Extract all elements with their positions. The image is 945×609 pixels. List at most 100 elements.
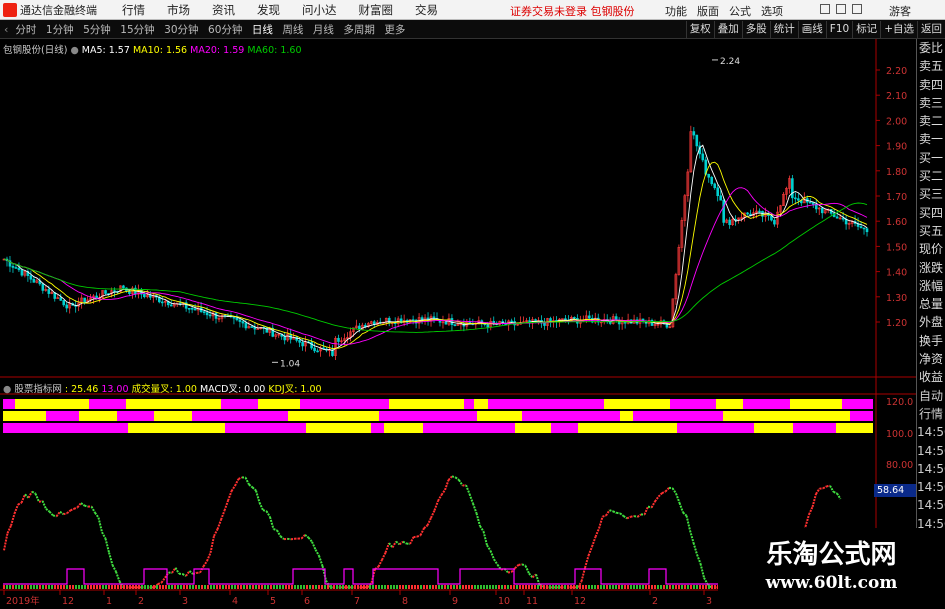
login-notice[interactable]: 证券交易未登录 包钢股份 bbox=[510, 3, 635, 19]
window-control-icon[interactable] bbox=[852, 4, 862, 14]
tab-weekly[interactable]: 周线 bbox=[279, 24, 306, 36]
oscillator-segment bbox=[216, 519, 222, 530]
signal-tick bbox=[222, 585, 224, 589]
side-panel-item[interactable]: 总量 bbox=[917, 295, 945, 313]
side-panel-item[interactable]: 外盘 bbox=[917, 313, 945, 331]
signal-tick bbox=[219, 585, 221, 589]
side-panel-item[interactable]: 自动 bbox=[917, 387, 945, 405]
menu-item-options[interactable]: 选项 bbox=[756, 3, 788, 19]
signal-tick bbox=[132, 585, 134, 589]
side-panel-item[interactable]: 买三 bbox=[917, 185, 945, 203]
signal-tick bbox=[510, 585, 512, 589]
menu-item-ask[interactable]: 问小达 bbox=[291, 2, 348, 18]
side-panel-item[interactable]: 收益 bbox=[917, 368, 945, 386]
signal-tick bbox=[282, 585, 284, 589]
indicator-settings-icon[interactable]: ● bbox=[3, 384, 11, 395]
mark-button[interactable]: 标记 bbox=[852, 21, 880, 38]
side-panel-item[interactable]: 买二 bbox=[917, 167, 945, 185]
signal-tick bbox=[3, 585, 5, 589]
candle-body bbox=[716, 187, 720, 197]
tab-multi-period[interactable]: 多周期 bbox=[340, 24, 378, 36]
side-panel-item[interactable]: 净资 bbox=[917, 350, 945, 368]
side-panel-item[interactable]: 卖五 bbox=[917, 57, 945, 75]
side-panel-item[interactable]: 14:50 bbox=[917, 496, 945, 514]
oscillator-segment bbox=[307, 536, 313, 543]
oscillator-segment bbox=[454, 476, 460, 481]
side-panel-item[interactable]: 涨幅 bbox=[917, 277, 945, 295]
side-panel-item[interactable]: 买一 bbox=[917, 149, 945, 167]
tab-60min[interactable]: 60分钟 bbox=[205, 24, 245, 36]
side-panel-item[interactable]: 委比 bbox=[917, 39, 945, 57]
side-panel-item[interactable]: 卖三 bbox=[917, 94, 945, 112]
signal-tick bbox=[303, 585, 305, 589]
side-panel-item[interactable]: 卖二 bbox=[917, 112, 945, 130]
tab-30min[interactable]: 30分钟 bbox=[161, 24, 201, 36]
tab-5min[interactable]: 5分钟 bbox=[80, 24, 114, 36]
oscillator-segment bbox=[209, 535, 215, 554]
side-panel-item[interactable]: 现价 bbox=[917, 240, 945, 258]
signal-tick bbox=[246, 585, 248, 589]
side-panel-item[interactable]: 卖一 bbox=[917, 130, 945, 148]
return-button[interactable]: 返回 bbox=[917, 21, 945, 38]
signal-band bbox=[522, 411, 553, 421]
side-panel-item[interactable]: 换手 bbox=[917, 332, 945, 350]
back-arrow-icon[interactable]: ‹ bbox=[0, 23, 12, 36]
menu-item-wealth[interactable]: 财富圈 bbox=[348, 2, 405, 18]
oscillator-segment bbox=[650, 500, 656, 509]
menu-item-news[interactable]: 资讯 bbox=[201, 2, 246, 18]
tab-15min[interactable]: 15分钟 bbox=[117, 24, 157, 36]
tab-daily[interactable]: 日线 bbox=[249, 24, 276, 36]
add-favorite-button[interactable]: +自选 bbox=[880, 21, 917, 38]
signal-tick bbox=[549, 585, 551, 589]
menu-item-market[interactable]: 市场 bbox=[156, 2, 201, 18]
side-panel-item[interactable]: 行情 bbox=[917, 405, 945, 423]
menu-item-formula[interactable]: 公式 bbox=[724, 3, 756, 19]
tab-1min[interactable]: 1分钟 bbox=[43, 24, 77, 36]
side-panel-item[interactable]: 14:50 bbox=[917, 423, 945, 441]
overlay-button[interactable]: 叠加 bbox=[713, 21, 742, 38]
candle-body bbox=[695, 134, 699, 147]
tab-timeshare[interactable]: 分时 bbox=[12, 24, 39, 36]
tab-more[interactable]: 更多 bbox=[381, 24, 408, 36]
side-panel-item[interactable]: 买五 bbox=[917, 222, 945, 240]
menu-item-layout[interactable]: 版面 bbox=[692, 3, 724, 19]
signal-tick bbox=[327, 585, 329, 589]
signal-band bbox=[767, 411, 783, 421]
multi-stock-button[interactable]: 多股 bbox=[741, 21, 770, 38]
menu-item-quotes[interactable]: 行情 bbox=[111, 2, 156, 18]
tab-monthly[interactable]: 月线 bbox=[310, 24, 337, 36]
signal-tick bbox=[267, 585, 269, 589]
side-panel-item[interactable]: 14:50 bbox=[917, 460, 945, 478]
menu-item-trade[interactable]: 交易 bbox=[404, 2, 449, 18]
signal-tick bbox=[264, 585, 266, 589]
signal-tick bbox=[453, 585, 455, 589]
window-control-icon[interactable] bbox=[820, 4, 830, 14]
side-panel-item[interactable]: 14:50 bbox=[917, 442, 945, 460]
window-control-icon[interactable] bbox=[836, 4, 846, 14]
signal-band bbox=[344, 423, 371, 433]
signal-band bbox=[225, 423, 236, 433]
oscillator-segment bbox=[255, 490, 261, 503]
indicator-name[interactable]: 股票指标网 bbox=[14, 384, 62, 395]
oscillator-segment bbox=[829, 485, 835, 493]
signal-tick bbox=[357, 585, 359, 589]
kline-chart[interactable]: 2.20 2.10 2.00 1.90 1.80 1.70 1.60 1.50 1.40 1.30… bbox=[0, 39, 916, 609]
signal-tick bbox=[681, 585, 683, 589]
side-panel-item[interactable]: 买四 bbox=[917, 204, 945, 222]
settings-icon[interactable]: ● bbox=[70, 45, 78, 56]
restore-rights-button[interactable]: 复权 bbox=[685, 21, 714, 38]
f10-button[interactable]: F10 bbox=[825, 21, 852, 38]
signal-band bbox=[389, 399, 420, 409]
side-panel-item[interactable]: 卖四 bbox=[917, 76, 945, 94]
side-panel-item[interactable]: 14:50 bbox=[917, 478, 945, 496]
menu-item-discover[interactable]: 发现 bbox=[246, 2, 291, 18]
draw-line-button[interactable]: 画线 bbox=[797, 21, 826, 38]
side-panel-item[interactable]: 涨跌 bbox=[917, 259, 945, 277]
signal-tick bbox=[234, 585, 236, 589]
oscillator-segment bbox=[685, 515, 691, 531]
signal-tick bbox=[99, 585, 101, 589]
signal-tick bbox=[165, 585, 167, 589]
statistics-button[interactable]: 统计 bbox=[769, 21, 798, 38]
guest-label[interactable]: 游客 bbox=[889, 3, 911, 19]
menu-item-function[interactable]: 功能 bbox=[660, 3, 692, 19]
